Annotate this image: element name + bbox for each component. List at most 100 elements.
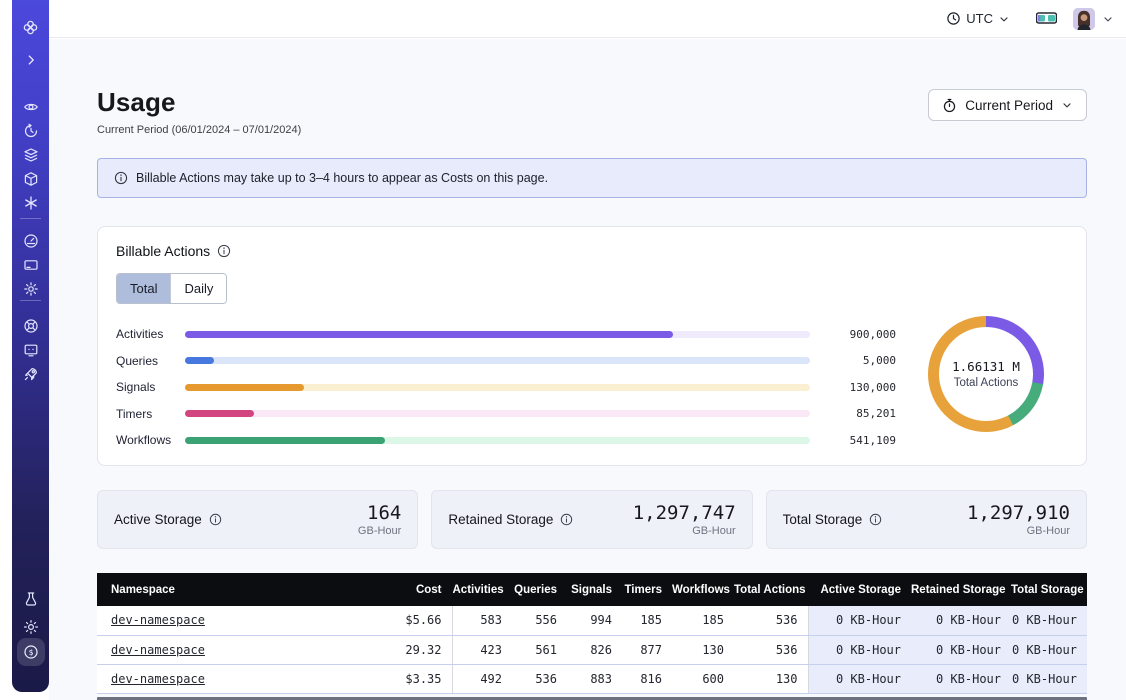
gear-icon[interactable] (12, 281, 49, 297)
namespace-link[interactable]: dev-namespace (111, 643, 205, 657)
table-row: dev-namespace$5.665835569941851855360 KB… (97, 606, 1087, 635)
total-daily-toggle: TotalDaily (116, 273, 227, 304)
nexus-asterisk-icon[interactable] (12, 195, 49, 211)
svg-text:$: $ (28, 648, 33, 657)
chevron-down-icon (998, 13, 1010, 25)
column-header-workflows: Workflows (672, 573, 734, 606)
cube-icon[interactable] (12, 171, 49, 187)
cell-activities: 492 (452, 664, 512, 693)
info-icon (114, 171, 128, 185)
cell-total-actions: 130 (734, 664, 808, 693)
active-storage-card: Active Storage164GB-Hour (97, 490, 418, 549)
column-header-active-storage: Active Storage (808, 573, 911, 606)
billable-actions-card: Billable Actions TotalDaily Activities90… (97, 226, 1087, 466)
tab-daily[interactable]: Daily (170, 274, 226, 303)
cell-total-actions: 536 (734, 635, 808, 664)
horizontal-scrollbar[interactable] (97, 697, 1087, 700)
storage-card-value: 1,297,747 (633, 503, 736, 524)
current-period-label: Current Period (965, 98, 1053, 113)
cell-cost: $3.35 (362, 664, 452, 693)
current-period-button[interactable]: Current Period (928, 89, 1087, 121)
bar-track (185, 410, 810, 417)
eye-icon[interactable] (12, 99, 49, 115)
page-subtitle: Current Period (06/01/2024 – 07/01/2024) (97, 124, 301, 136)
clock-icon (946, 11, 961, 26)
cell-queries: 536 (512, 664, 567, 693)
cell-retained-storage: 0 KB-Hour (911, 606, 1011, 635)
lifebuoy-icon[interactable] (12, 318, 49, 334)
info-icon[interactable] (869, 513, 882, 526)
cell-signals: 826 (567, 635, 622, 664)
bar-row-queries: Queries 5,000 (116, 348, 896, 375)
cell-workflows: 130 (672, 635, 734, 664)
storage-card-value: 1,297,910 (967, 503, 1070, 524)
column-header-retained-storage: Retained Storage (911, 573, 1011, 606)
bar-value: 5,000 (810, 354, 896, 367)
cell-retained-storage: 0 KB-Hour (911, 635, 1011, 664)
cell-timers: 877 (622, 635, 672, 664)
sun-icon[interactable] (12, 619, 49, 635)
temporal-logo-icon[interactable] (12, 19, 49, 36)
monitor-feedback-icon[interactable] (12, 342, 49, 358)
bar-row-timers: Timers85,201 (116, 401, 896, 428)
bar-label: Activities (116, 327, 185, 341)
donut-total-value: 1.66131 M (952, 359, 1020, 374)
stopwatch-icon (942, 98, 957, 113)
storage-card-label: Active Storage (114, 512, 202, 527)
gauge-icon[interactable] (12, 233, 49, 249)
bar-row-signals: Signals130,000 (116, 374, 896, 401)
table-row: dev-namespace$3.354925368838166001300 KB… (97, 664, 1087, 693)
namespace-link[interactable]: dev-namespace (111, 672, 205, 686)
bar-value: 130,000 (810, 381, 896, 394)
chevron-right-icon[interactable] (12, 53, 49, 67)
bar-row-activities: Activities 900,000 (116, 321, 896, 348)
sidebar-divider (20, 218, 41, 219)
cell-namespace: dev-namespace (97, 606, 362, 635)
cell-namespace: dev-namespace (97, 664, 362, 693)
column-header-cost: Cost (362, 573, 452, 606)
column-header-timers: Timers (622, 573, 672, 606)
flask-icon[interactable] (12, 591, 49, 607)
info-icon[interactable] (217, 244, 231, 258)
column-header-total-actions: Total Actions (734, 573, 808, 606)
cell-active-storage: 0 KB-Hour (808, 635, 911, 664)
bar-track (185, 437, 810, 444)
sidebar-divider (20, 300, 41, 301)
column-header-total-storage: Total Storage (1011, 573, 1087, 606)
namespace-link[interactable]: dev-namespace (111, 613, 205, 627)
account-menu-chevron-icon[interactable] (1102, 13, 1114, 25)
retained-storage-card: Retained Storage1,297,747GB-Hour (431, 490, 752, 549)
timezone-selector[interactable]: UTC (946, 11, 1010, 26)
timezone-label: UTC (966, 11, 993, 26)
bar-value: 85,201 (810, 407, 896, 420)
billable-actions-chart: Activities 900,000 Queries 5,000 Signals130,… (116, 321, 1068, 454)
retry-clock-icon[interactable] (12, 123, 49, 139)
cell-activities: 423 (452, 635, 512, 664)
credit-card-icon[interactable] (12, 257, 49, 273)
chevron-down-icon (1061, 99, 1073, 111)
bar-label: Workflows (116, 433, 185, 447)
tab-total[interactable]: Total (117, 274, 170, 303)
info-banner: Billable Actions may take up to 3–4 hour… (97, 158, 1087, 198)
storage-card-label: Total Storage (783, 512, 863, 527)
bar-fill (185, 410, 254, 417)
table-row: dev-namespace29.324235618268771305360 KB… (97, 635, 1087, 664)
layers-icon[interactable] (12, 147, 49, 163)
info-icon[interactable] (560, 513, 573, 526)
column-header-activities: Activities (452, 573, 512, 606)
storage-card-value: 164 (358, 503, 401, 524)
cell-signals: 883 (567, 664, 622, 693)
bar-label: Queries (116, 354, 185, 368)
info-icon[interactable] (209, 513, 222, 526)
3d-glasses-icon[interactable] (1036, 12, 1057, 25)
bar-value: 900,000 (810, 328, 896, 341)
main-content: Usage Current Period (06/01/2024 – 07/01… (49, 39, 1126, 700)
user-avatar[interactable] (1073, 8, 1095, 30)
rocket-icon[interactable] (12, 366, 49, 382)
cell-retained-storage: 0 KB-Hour (911, 664, 1011, 693)
cell-active-storage: 0 KB-Hour (808, 664, 911, 693)
cell-cost: $5.66 (362, 606, 452, 635)
table-header-row: NamespaceCostActivitiesQueriesSignalsTim… (97, 573, 1087, 606)
usage-billing-active-button[interactable]: $ (17, 638, 45, 666)
cell-workflows: 185 (672, 606, 734, 635)
